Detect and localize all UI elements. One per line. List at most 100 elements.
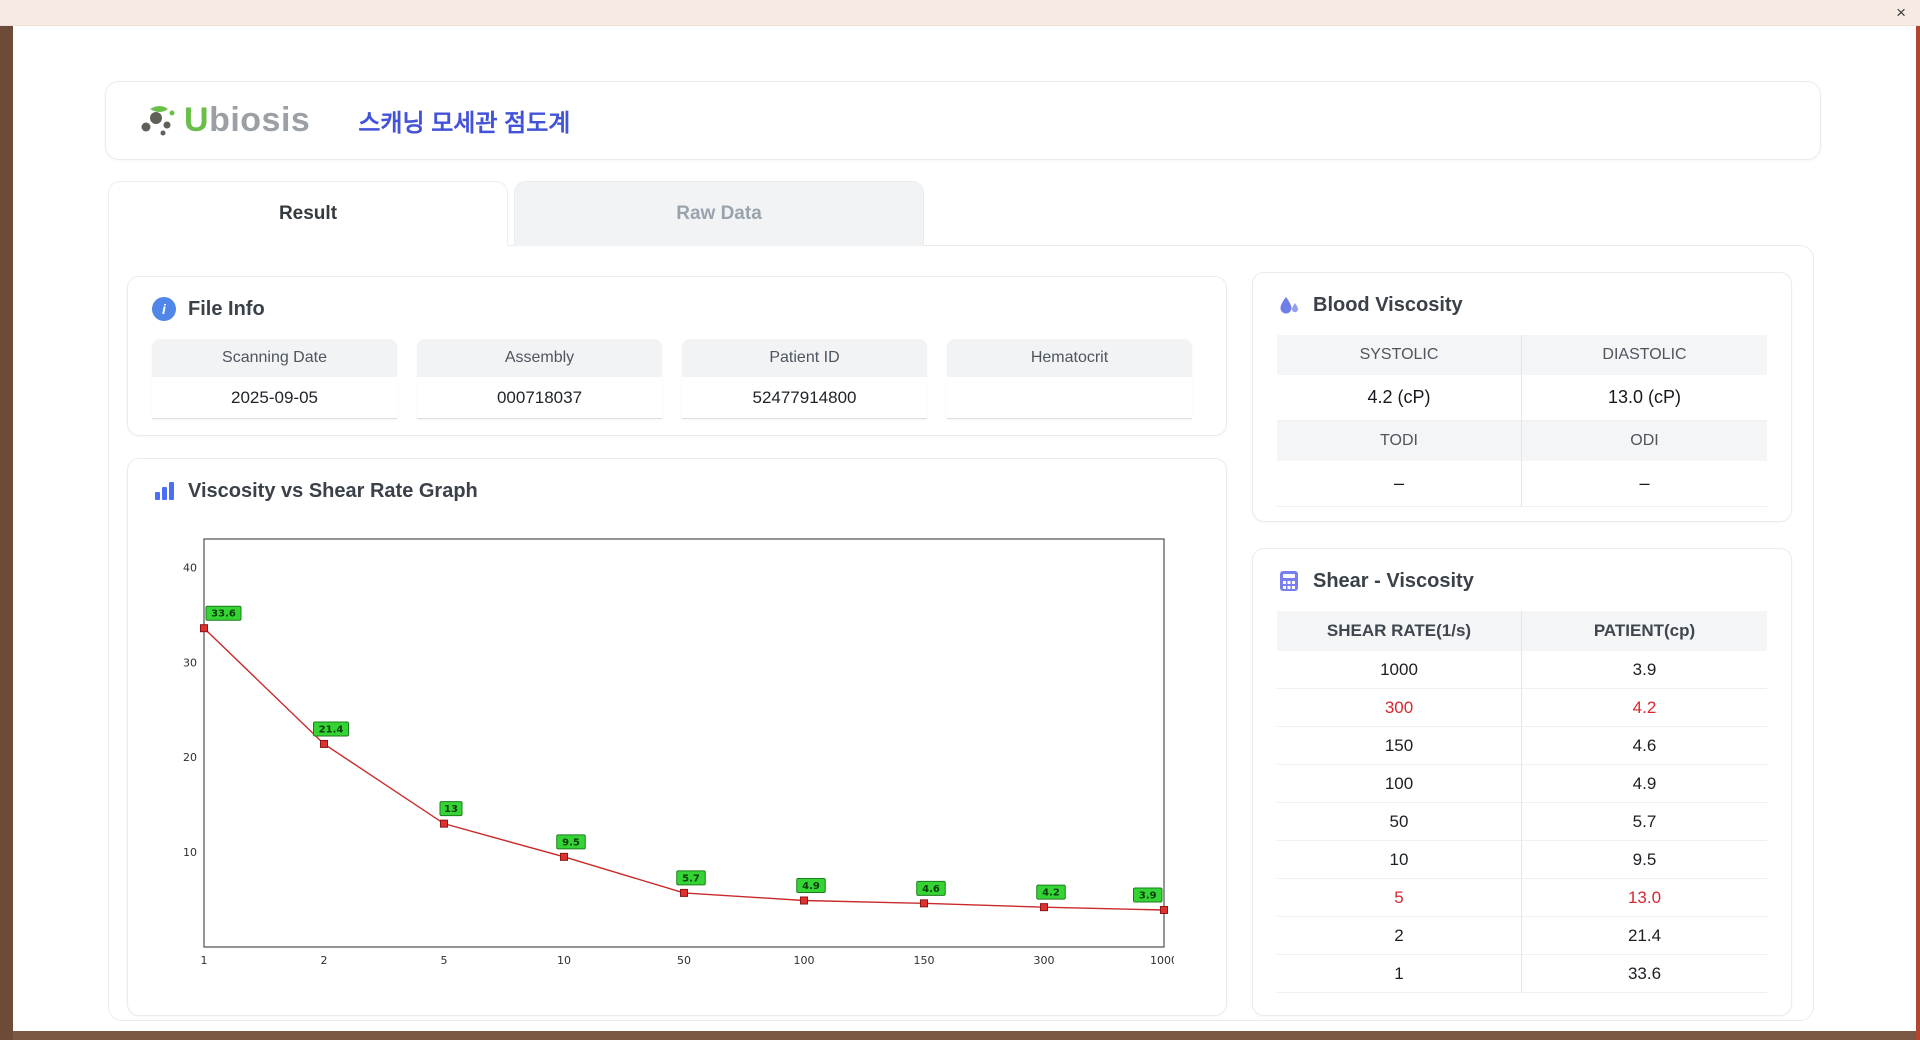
svg-text:100: 100	[794, 954, 815, 967]
viscosity-shear-chart: 10 20 30 40 1 2 5 10 50 100 150 300 1000 33.6 21.4 13 9.…	[128, 513, 1226, 982]
shear-table-row: 150 4.6	[1277, 727, 1767, 765]
shear-rate-cell: 50	[1277, 803, 1522, 841]
file-info-panel: i File Info Scanning Date 2025-09-05 Ass…	[127, 276, 1227, 436]
graph-panel: Viscosity vs Shear Rate Graph 10 20 30 40 1 2…	[127, 458, 1227, 1016]
shear-table-row: 5 13.0	[1277, 879, 1767, 917]
shear-viscosity-title: Shear - Viscosity	[1313, 569, 1474, 592]
chart-svg: 10 20 30 40 1 2 5 10 50 100 150 300 1000 33.6 21.4 13 9.…	[183, 538, 1178, 967]
svg-text:30: 30	[183, 656, 197, 669]
field-value: 2025-09-05	[152, 377, 397, 419]
shear-rate-cell: 300	[1277, 689, 1522, 727]
calculator-icon	[1277, 569, 1301, 593]
ubiosis-logo-icon	[136, 101, 180, 141]
svg-text:10: 10	[557, 954, 571, 967]
shear-table-row: 50 5.7	[1277, 803, 1767, 841]
svg-text:50: 50	[677, 954, 691, 967]
svg-text:33.6: 33.6	[211, 609, 236, 620]
systolic-label: SYSTOLIC	[1277, 335, 1522, 375]
header: Ubiosis 스캐닝 모세관 점도계	[105, 81, 1821, 160]
graph-title-row: Viscosity vs Shear Rate Graph	[128, 459, 1226, 513]
svg-text:300: 300	[1034, 954, 1055, 967]
svg-text:4.2: 4.2	[1042, 888, 1060, 899]
shear-table-row: 1000 3.9	[1277, 651, 1767, 689]
shear-table-row: 10 9.5	[1277, 841, 1767, 879]
todi-label: TODI	[1277, 421, 1522, 461]
todi-value: –	[1277, 461, 1522, 507]
result-content: i File Info Scanning Date 2025-09-05 Ass…	[108, 245, 1814, 1021]
window-titlebar: ×	[0, 0, 1920, 26]
svg-text:5: 5	[441, 954, 448, 967]
patient-column-header: PATIENT(cp)	[1522, 611, 1767, 651]
field-scanning-date: Scanning Date 2025-09-05	[152, 339, 397, 419]
field-patient-id: Patient ID 52477914800	[682, 339, 927, 419]
shear-table-row: 1 33.6	[1277, 955, 1767, 993]
patient-viscosity-cell: 13.0	[1522, 879, 1767, 917]
svg-text:1: 1	[201, 954, 208, 967]
patient-viscosity-cell: 4.9	[1522, 765, 1767, 803]
field-assembly: Assembly 000718037	[417, 339, 662, 419]
systolic-value: 4.2 (cP)	[1277, 375, 1522, 421]
svg-text:4.6: 4.6	[922, 884, 940, 895]
shear-rate-cell: 100	[1277, 765, 1522, 803]
svg-text:2: 2	[321, 954, 328, 967]
shear-rate-cell: 150	[1277, 727, 1522, 765]
desktop: × Ubiosis 스캐닝 모세관 점도계 Result Raw Data i …	[0, 0, 1920, 1040]
shear-table-header: SHEAR RATE(1/s) PATIENT(cp)	[1277, 611, 1767, 651]
svg-text:9.5: 9.5	[562, 837, 580, 848]
odi-label: ODI	[1522, 421, 1767, 461]
shear-rate-cell: 5	[1277, 879, 1522, 917]
brand-name: Ubiosis	[184, 101, 311, 139]
blood-viscosity-grid: SYSTOLIC DIASTOLIC 4.2 (cP) 13.0 (cP) TO…	[1277, 335, 1767, 507]
graph-title: Viscosity vs Shear Rate Graph	[188, 479, 478, 502]
tab-raw-data[interactable]: Raw Data	[514, 181, 924, 246]
patient-viscosity-cell: 3.9	[1522, 651, 1767, 689]
shear-rate-cell: 10	[1277, 841, 1522, 879]
diastolic-value: 13.0 (cP)	[1522, 375, 1767, 421]
file-info-fields: Scanning Date 2025-09-05 Assembly 000718…	[128, 331, 1226, 419]
field-label: Scanning Date	[152, 339, 397, 377]
patient-viscosity-cell: 5.7	[1522, 803, 1767, 841]
odi-value: –	[1522, 461, 1767, 507]
svg-text:21.4: 21.4	[319, 724, 344, 735]
patient-viscosity-cell: 4.6	[1522, 727, 1767, 765]
shear-table-body: 1000 3.9 300 4.2 150 4.6 100 4.9 50 5.7 10 9.5 5 13.0…	[1277, 651, 1767, 993]
shear-table-row: 300 4.2	[1277, 689, 1767, 727]
svg-text:40: 40	[183, 561, 197, 574]
diastolic-label: DIASTOLIC	[1522, 335, 1767, 375]
shear-viscosity-table: SHEAR RATE(1/s) PATIENT(cp) 1000 3.9 300 4.…	[1277, 611, 1767, 993]
patient-viscosity-cell: 4.2	[1522, 689, 1767, 727]
desktop-edge-left	[0, 26, 13, 1040]
field-label: Patient ID	[682, 339, 927, 377]
blood-viscosity-title-row: Blood Viscosity	[1253, 273, 1791, 327]
tab-raw-data-label: Raw Data	[676, 203, 762, 224]
shear-viscosity-panel: Shear - Viscosity SHEAR RATE(1/s) PATIEN…	[1252, 548, 1792, 1016]
page-title: 스캐닝 모세관 점도계	[358, 110, 571, 137]
svg-text:150: 150	[914, 954, 935, 967]
tab-result[interactable]: Result	[108, 181, 508, 246]
blood-viscosity-panel: Blood Viscosity SYSTOLIC DIASTOLIC 4.2 (…	[1252, 272, 1792, 522]
svg-text:1000: 1000	[1150, 954, 1174, 967]
bar-chart-icon	[152, 479, 176, 503]
field-label: Hematocrit	[947, 339, 1192, 377]
droplet-icon	[1277, 293, 1301, 317]
svg-text:20: 20	[183, 751, 197, 764]
patient-viscosity-cell: 33.6	[1522, 955, 1767, 993]
field-value	[947, 377, 1192, 419]
shear-rate-cell: 1000	[1277, 651, 1522, 689]
shear-rate-cell: 1	[1277, 955, 1522, 993]
shear-table-row: 2 21.4	[1277, 917, 1767, 955]
close-button[interactable]: ×	[1896, 2, 1906, 24]
field-hematocrit: Hematocrit	[947, 339, 1192, 419]
info-icon: i	[152, 297, 176, 321]
svg-text:5.7: 5.7	[682, 873, 700, 884]
svg-text:3.9: 3.9	[1139, 890, 1157, 901]
field-label: Assembly	[417, 339, 662, 377]
shear-rate-cell: 2	[1277, 917, 1522, 955]
tab-result-label: Result	[278, 202, 338, 224]
svg-text:4.9: 4.9	[802, 881, 820, 892]
file-info-title: File Info	[188, 297, 265, 320]
field-value: 000718037	[417, 377, 662, 419]
desktop-edge-right	[1916, 26, 1920, 1040]
shear-rate-column-header: SHEAR RATE(1/s)	[1277, 611, 1522, 651]
shear-table-row: 100 4.9	[1277, 765, 1767, 803]
